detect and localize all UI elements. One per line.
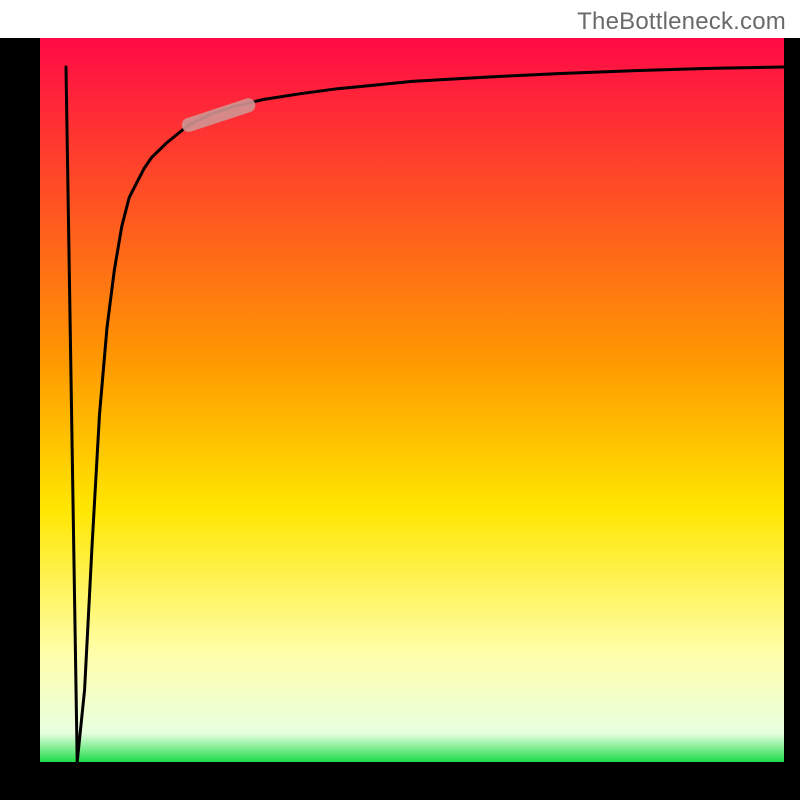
bottleneck-chart: TheBottleneck.com <box>0 0 800 800</box>
gradient-background <box>40 38 784 762</box>
watermark-text: TheBottleneck.com <box>577 8 786 36</box>
chart-svg <box>0 0 800 800</box>
